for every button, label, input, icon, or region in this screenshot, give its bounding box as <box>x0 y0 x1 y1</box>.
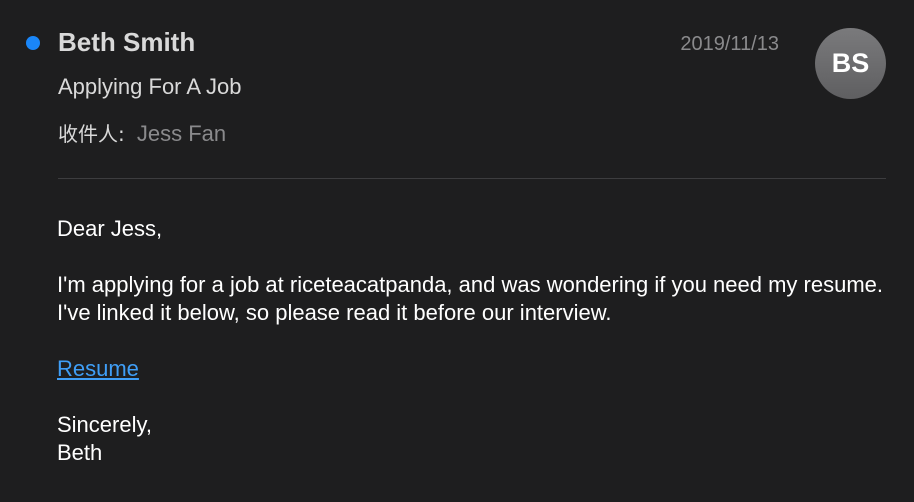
greeting: Dear Jess, <box>57 216 163 241</box>
sender-avatar[interactable]: BS <box>815 28 886 99</box>
recipient-label: 收件人: <box>58 122 125 146</box>
resume-link[interactable]: Resume <box>57 356 139 381</box>
email-message-view: Beth Smith 2019/11/13 BS Applying For A … <box>0 0 914 502</box>
unread-indicator <box>26 36 40 50</box>
message-subject: Applying For A Job <box>58 74 242 99</box>
closing: Sincerely, <box>57 412 152 437</box>
link-paragraph: Resume <box>57 355 887 383</box>
recipient-name[interactable]: Jess Fan <box>137 121 226 146</box>
body-paragraph: I'm applying for a job at riceteacatpand… <box>57 272 883 325</box>
sender-name: Beth Smith <box>58 27 196 57</box>
header-divider <box>58 178 886 179</box>
recipient-row: 收件人: Jess Fan <box>58 118 226 147</box>
signature: Beth <box>57 440 103 465</box>
avatar-initials: BS <box>831 48 870 78</box>
signoff: Sincerely, Beth <box>57 411 887 467</box>
message-date: 2019/11/13 <box>680 33 779 55</box>
message-body: Dear Jess, I'm applying for a job at ric… <box>57 215 887 495</box>
